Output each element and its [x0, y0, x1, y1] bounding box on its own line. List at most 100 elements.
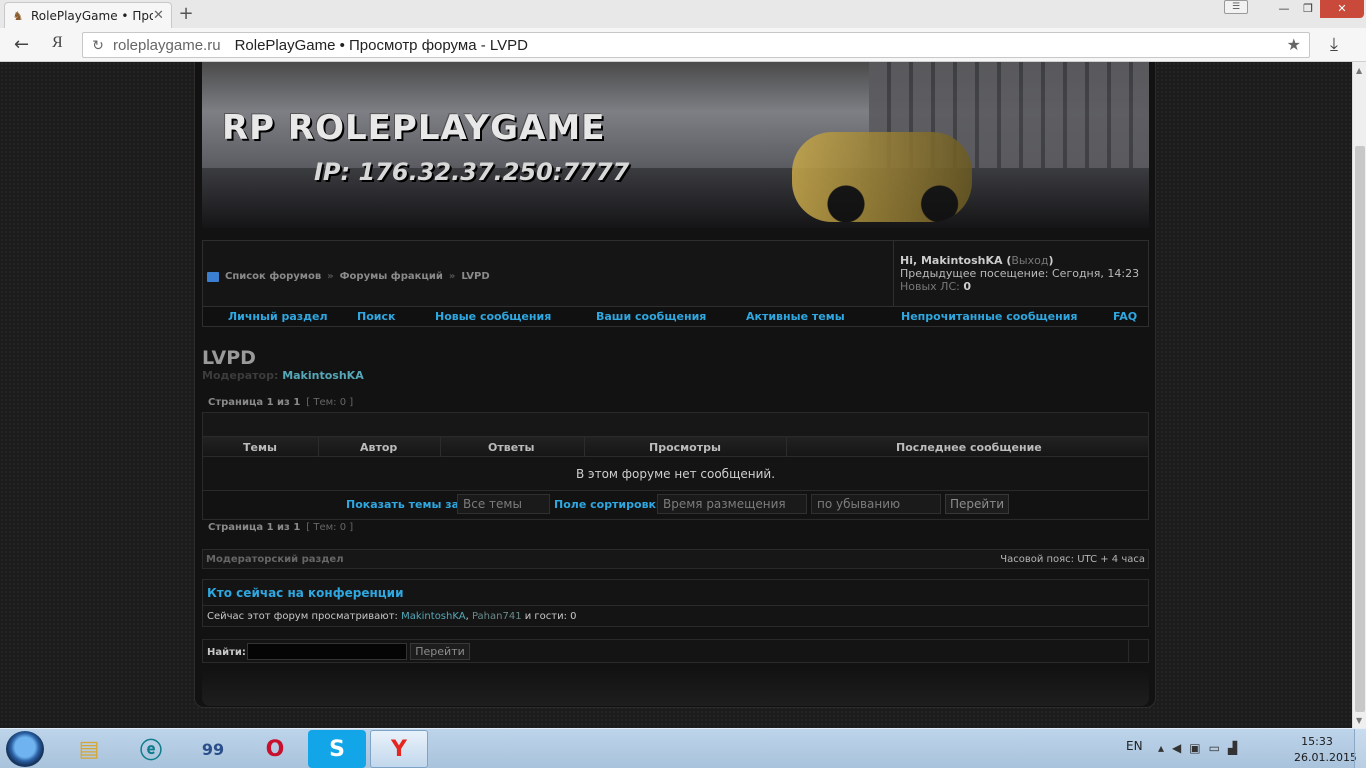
- tab-title: RolePlayGame • Просм: [31, 8, 153, 23]
- show-topics-label: Показать темы за:: [346, 498, 464, 511]
- forum-home-icon: [207, 271, 219, 282]
- show-desktop-button[interactable]: [1354, 729, 1366, 768]
- col-divider: [440, 437, 441, 457]
- forum-navbar: Список форумов » Форумы фракций » LVPD H…: [202, 240, 1149, 307]
- windows-taskbar: ▤ ⓔ 99 O S Y EN ▴◀▣▭▟ 15:33 26.01.2015: [0, 728, 1366, 768]
- new-tab-button[interactable]: +: [176, 4, 196, 24]
- user-greeting: Hi, MakintoshKA (: [900, 254, 1012, 267]
- explorer-icon[interactable]: ▤: [60, 730, 118, 768]
- menu-unread-posts[interactable]: Непрочитанные сообщения: [901, 310, 1078, 323]
- topics-count: [ Тем: 0 ]: [306, 397, 354, 408]
- menu-faq[interactable]: FAQ: [1113, 310, 1137, 323]
- skype-icon[interactable]: S: [308, 730, 366, 768]
- sort-field-label: Поле сортировки: [554, 498, 664, 511]
- start-button-icon[interactable]: [6, 731, 44, 767]
- menu-personal-section[interactable]: Личный раздел: [228, 310, 328, 323]
- sort-go-button[interactable]: Перейти: [945, 494, 1009, 514]
- table-header: Темы Автор Ответы Просмотры Последнее со…: [203, 437, 1148, 457]
- topics-count: [ Тем: 0 ]: [306, 522, 354, 533]
- page-indicator: Страница 1 из 1: [208, 522, 301, 533]
- restore-icon[interactable]: ❐: [1294, 0, 1322, 18]
- col-views: Просмотры: [649, 441, 721, 454]
- moderator-line: Модератор: MakintoshKA: [202, 369, 364, 382]
- logout-link[interactable]: Выход: [1011, 254, 1048, 267]
- col-divider: [786, 437, 787, 457]
- col-last-post: Последнее сообщение: [896, 441, 1042, 454]
- page-scrollbar[interactable]: ▲ ▼: [1352, 62, 1366, 728]
- forum-menu-bar: Личный раздел Поиск Новые сообщения Ваши…: [202, 307, 1149, 327]
- forum-frame: RP ROLEPLAYGAME IP: 176.32.37.250:7777 С…: [194, 62, 1156, 708]
- breadcrumb-lvpd[interactable]: LVPD: [461, 271, 489, 282]
- menu-active-topics[interactable]: Активные темы: [746, 310, 845, 323]
- address-bar-area: ← Я ↻ roleplaygame.ru RolePlayGame • Про…: [0, 28, 1366, 62]
- moderator-link[interactable]: MakintoshKA: [282, 369, 364, 382]
- search-go-button[interactable]: Перейти: [410, 643, 470, 660]
- tab-close-icon[interactable]: ✕: [153, 8, 167, 23]
- online-user-makintoshka[interactable]: MakintoshKA: [401, 611, 465, 622]
- battery-icon[interactable]: ▭: [1209, 741, 1228, 755]
- menu-new-posts[interactable]: Новые сообщения: [435, 310, 551, 323]
- forum-title[interactable]: LVPD: [202, 347, 256, 369]
- search-input[interactable]: [247, 643, 407, 660]
- tray-expand-icon[interactable]: ▴: [1158, 741, 1172, 755]
- col-replies: Ответы: [488, 441, 535, 454]
- online-suffix: и гости: 0: [521, 611, 577, 622]
- scrollbar-thumb[interactable]: [1355, 146, 1365, 712]
- eset-icon[interactable]: ⓔ: [122, 730, 180, 768]
- breadcrumb-forum-list[interactable]: Список форумов: [225, 271, 321, 282]
- opera-icon[interactable]: O: [246, 730, 304, 768]
- online-user-pahan741[interactable]: Pahan741: [472, 611, 522, 622]
- pagination-top: Страница 1 из 1 [ Тем: 0 ]: [208, 397, 353, 408]
- search-label: Найти:: [207, 647, 246, 658]
- omnibox[interactable]: ↻ roleplaygame.ru RolePlayGame • Просмот…: [82, 32, 1310, 58]
- browser-tab[interactable]: ♞ RolePlayGame • Просм ✕: [4, 2, 172, 28]
- system-clock[interactable]: 15:33 26.01.2015: [1294, 734, 1357, 766]
- show-topics-select[interactable]: Все темы: [457, 494, 550, 514]
- header-banner[interactable]: RP ROLEPLAYGAME IP: 176.32.37.250:7777: [202, 62, 1149, 228]
- yandex-browser-icon[interactable]: Y: [370, 730, 428, 768]
- sort-field-select[interactable]: Время размещения: [657, 494, 807, 514]
- banner-ip-text: IP: 176.32.37.250:7777: [314, 158, 630, 186]
- col-author: Автор: [360, 441, 398, 454]
- reload-icon[interactable]: ↻: [87, 37, 109, 54]
- forum-search-bar: Найти: Перейти: [202, 639, 1149, 663]
- bookmark-star-icon[interactable]: ★: [1287, 35, 1301, 55]
- new-pm-label[interactable]: Новых ЛС:: [900, 280, 963, 293]
- search-bar-divider: [1128, 640, 1129, 662]
- language-indicator[interactable]: EN: [1126, 739, 1143, 753]
- download-icon[interactable]: ⤓: [1330, 34, 1338, 55]
- samp-app-icon[interactable]: 99: [184, 730, 242, 768]
- yandex-home-icon[interactable]: Я: [52, 34, 63, 52]
- network-adapter-icon[interactable]: ▣: [1189, 741, 1208, 755]
- menu-your-posts[interactable]: Ваши сообщения: [596, 310, 706, 323]
- breadcrumb-separator: »: [448, 271, 456, 282]
- web-page: RP ROLEPLAYGAME IP: 176.32.37.250:7777 С…: [0, 62, 1352, 728]
- scroll-down-icon[interactable]: ▼: [1356, 716, 1362, 725]
- volume-icon[interactable]: ◀: [1172, 741, 1189, 755]
- user-greeting-end: ): [1048, 254, 1054, 267]
- scroll-up-icon[interactable]: ▲: [1356, 66, 1362, 75]
- tray-icons: ▴◀▣▭▟: [1158, 741, 1245, 755]
- topics-table: Темы Автор Ответы Просмотры Последнее со…: [202, 412, 1149, 520]
- empty-forum-message: В этом форуме нет сообщений.: [203, 457, 1148, 491]
- clock-time: 15:33: [1301, 735, 1333, 748]
- breadcrumb-faction-forums[interactable]: Форумы фракций: [340, 271, 443, 282]
- back-arrow-icon[interactable]: ←: [14, 34, 29, 55]
- browser-menu-icon[interactable]: ☰: [1224, 0, 1248, 14]
- col-divider: [318, 437, 319, 457]
- who-is-online-text: Сейчас этот форум просматривают: Makinto…: [203, 606, 1148, 627]
- online-prefix: Сейчас этот форум просматривают:: [207, 611, 402, 622]
- url-domain: roleplaygame.ru: [113, 36, 221, 54]
- signal-icon[interactable]: ▟: [1228, 741, 1245, 755]
- moderator-label: Модератор:: [202, 369, 283, 382]
- who-is-online-heading[interactable]: Кто сейчас на конференции: [203, 580, 1148, 606]
- col-topics: Темы: [243, 441, 277, 454]
- new-pm-count: 0: [963, 280, 971, 293]
- window-close-icon[interactable]: ✕: [1320, 0, 1364, 18]
- url-page-title: RolePlayGame • Просмотр форума - LVPD: [234, 36, 528, 54]
- moderator-section-link[interactable]: Модераторский раздел: [206, 554, 344, 565]
- sort-direction-select[interactable]: по убыванию: [811, 494, 941, 514]
- breadcrumb: Список форумов » Форумы фракций » LVPD: [207, 271, 490, 282]
- user-info-box: Hi, MakintoshKA (Выход) Предыдущее посещ…: [893, 241, 1149, 306]
- menu-search[interactable]: Поиск: [357, 310, 395, 323]
